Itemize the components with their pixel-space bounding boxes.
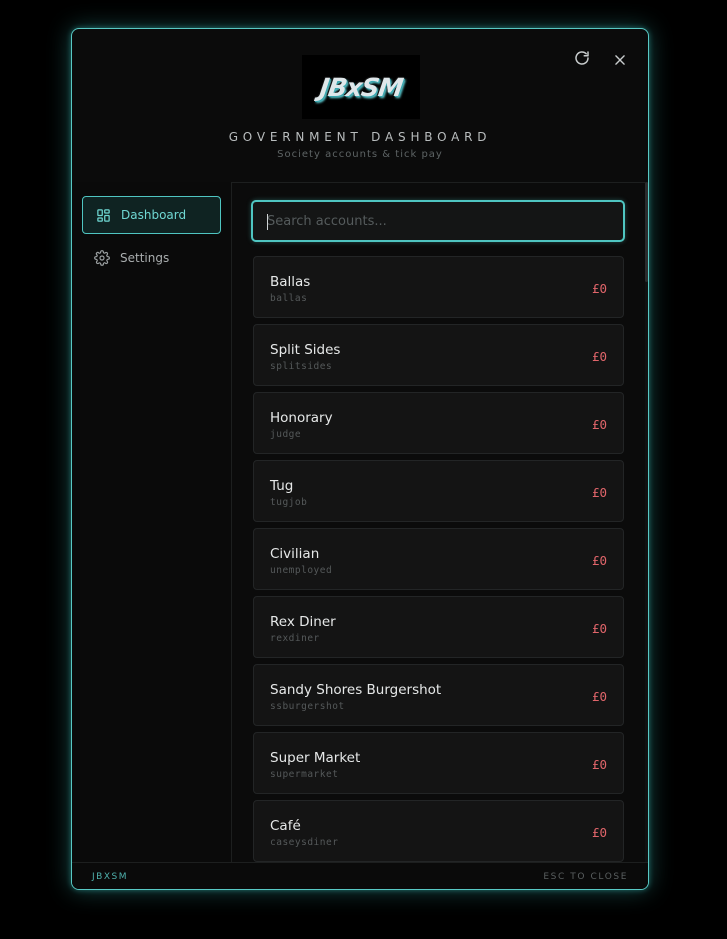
close-button[interactable] [609, 49, 631, 71]
main-content: Ballasballas£0Split Sidessplitsides£0Hon… [232, 182, 648, 862]
dashboard-icon [95, 207, 111, 223]
account-row[interactable]: Ballas ballas £0 [253, 256, 624, 318]
page-subtitle: Society accounts & tick pay [277, 149, 443, 160]
account-id: ballas [270, 293, 308, 304]
account-id: rexdiner [270, 633, 320, 644]
account-balance: £0 [591, 485, 607, 500]
account-name: Honorary [270, 410, 333, 426]
header: JBxSM GOVERNMENT DASHBOARD Society accou… [72, 29, 648, 183]
search-input[interactable] [253, 202, 623, 240]
text-caret [267, 214, 268, 230]
account-name: Split Sides [270, 342, 341, 358]
account-row[interactable]: Split Sides splitsides £0 [253, 324, 624, 386]
account-name: Sandy Shores Burgershot [270, 682, 442, 698]
account-id: ssburgershot [270, 701, 345, 712]
account-name: Café [270, 818, 301, 834]
refresh-button[interactable] [571, 47, 593, 69]
account-balance: £0 [591, 825, 607, 840]
sidebar-item-label: Settings [120, 251, 170, 265]
sidebar-item-label: Dashboard [121, 208, 187, 222]
logo-text: JBxSM [317, 72, 405, 102]
search-box[interactable] [251, 200, 625, 242]
account-id: supermarket [270, 769, 339, 780]
account-row[interactable]: Honorary judge £0 [253, 392, 624, 454]
sidebar: Dashboard Settings [72, 182, 232, 862]
sidebar-item-dashboard[interactable]: Dashboard [82, 196, 221, 234]
account-id: splitsides [270, 361, 333, 372]
account-name: Rex Diner [270, 614, 336, 630]
account-row[interactable]: Super Market supermarket £0 [253, 732, 624, 794]
account-balance: £0 [591, 757, 607, 772]
account-row[interactable]: Café caseysdiner £0 [253, 800, 624, 862]
account-row[interactable]: Sandy Shores Burgershot ssburgershot £0 [253, 664, 624, 726]
logo: JBxSM [302, 55, 420, 119]
account-row[interactable]: Rex Diner rexdiner £0 [253, 596, 624, 658]
account-name: Civilian [270, 546, 320, 562]
gear-icon [94, 250, 110, 266]
sidebar-item-settings[interactable]: Settings [82, 239, 221, 277]
account-name: Super Market [270, 750, 361, 766]
accounts-list: Ballas ballas £0 Split Sides splitsides £0 Hon… [253, 256, 624, 862]
account-balance: £0 [591, 349, 607, 364]
account-id: caseysdiner [270, 837, 339, 848]
account-name: Ballas [270, 274, 311, 290]
account-balance: £0 [591, 689, 607, 704]
account-row[interactable]: Civilian unemployed £0 [253, 528, 624, 590]
account-balance: £0 [591, 621, 607, 636]
account-row[interactable]: Tug tugjob £0 [253, 460, 624, 522]
footer-brand: JBXSM [92, 872, 128, 882]
scrollbar[interactable] [645, 182, 648, 862]
account-id: tugjob [270, 497, 308, 508]
government-dashboard-panel: JBxSM GOVERNMENT DASHBOARD Society accou… [71, 28, 649, 890]
account-id: unemployed [270, 565, 333, 576]
refresh-icon [575, 51, 589, 65]
footer: JBXSM ESC TO CLOSE [72, 862, 648, 889]
page-title: GOVERNMENT DASHBOARD [228, 130, 492, 144]
footer-close-hint: ESC TO CLOSE [543, 872, 628, 882]
scrollbar-thumb[interactable] [645, 182, 648, 282]
account-balance: £0 [591, 553, 607, 568]
close-icon [615, 55, 625, 65]
account-balance: £0 [591, 417, 607, 432]
account-name: Tug [270, 478, 294, 494]
account-id: judge [270, 429, 302, 440]
account-balance: £0 [591, 281, 607, 296]
